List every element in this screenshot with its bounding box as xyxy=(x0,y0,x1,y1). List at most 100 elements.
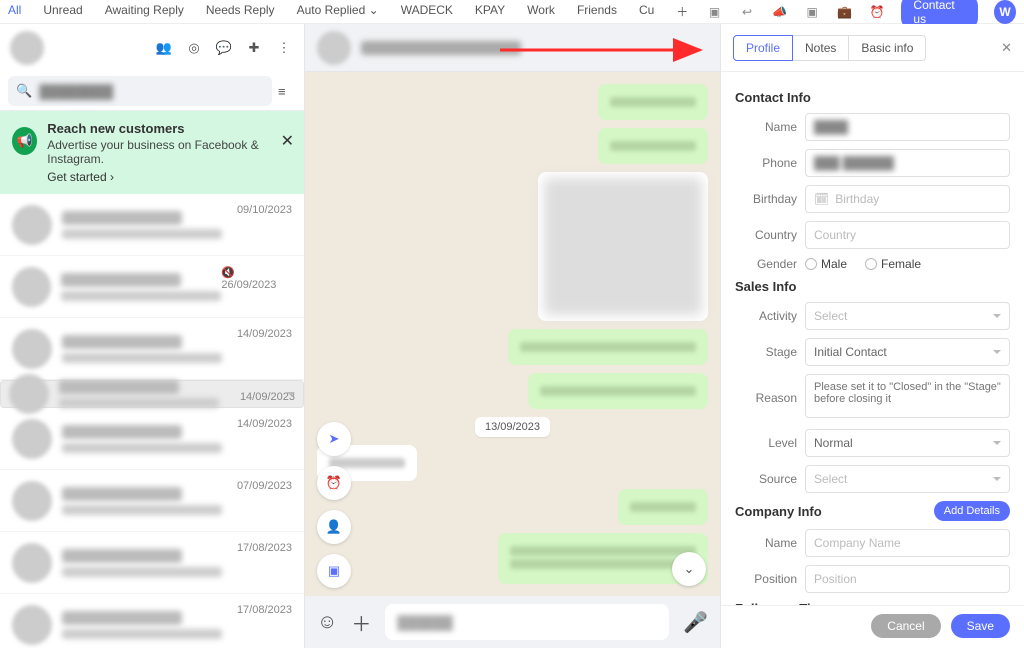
tab-all[interactable]: All xyxy=(8,3,21,20)
inbox-icon[interactable]: ▣ xyxy=(706,3,723,21)
position-input[interactable]: Position xyxy=(805,565,1010,593)
quick-actions: ➤ ⏰ 👤 ▣ xyxy=(317,422,351,588)
chat-list: 09/10/2023 🔇 26/09/2023 14/09/2023 14/09… xyxy=(0,194,304,648)
tab-work[interactable]: Work xyxy=(527,3,555,20)
level-select[interactable]: Normal xyxy=(805,429,1010,457)
message-input[interactable]: ██████ xyxy=(385,604,669,640)
tab-friends[interactable]: Friends xyxy=(577,3,617,20)
tab-notes[interactable]: Notes xyxy=(792,35,849,61)
tab-awaiting[interactable]: Awaiting Reply xyxy=(105,3,184,20)
activity-select[interactable]: Select xyxy=(805,302,1010,330)
promo-banner: 📢 Reach new customers Advertise your bus… xyxy=(0,111,304,194)
label-stage: Stage xyxy=(735,345,797,359)
tab-auto[interactable]: Auto Replied ⌄ xyxy=(297,3,379,20)
chat-row[interactable]: 07/09/2023 xyxy=(0,470,304,532)
cancel-button[interactable]: Cancel xyxy=(871,614,940,638)
chat-row[interactable]: 17/08/2023 xyxy=(0,594,304,648)
tab-kpay[interactable]: KPAY xyxy=(475,3,505,20)
close-panel-icon[interactable]: ✕ xyxy=(1001,40,1012,56)
chat-row[interactable]: 14/09/2023 xyxy=(0,318,304,380)
chat-row[interactable]: 17/08/2023 xyxy=(0,532,304,594)
company-name-input[interactable]: Company Name xyxy=(805,529,1010,557)
message-out[interactable] xyxy=(618,489,708,525)
channel-icon[interactable]: 💬 xyxy=(214,40,234,56)
label-country: Country xyxy=(735,228,797,242)
chat-row[interactable]: 14/09/2023 xyxy=(0,408,304,470)
save-button[interactable]: Save xyxy=(951,614,1010,638)
search-icon: 🔍 xyxy=(16,83,32,99)
broadcast-icon[interactable]: 📣 xyxy=(771,3,788,21)
label-gender: Gender xyxy=(735,257,797,271)
country-input[interactable]: Country xyxy=(805,221,1010,249)
scroll-down-button[interactable]: ⌄ xyxy=(672,552,706,586)
date-separator: 13/09/2023 xyxy=(475,417,550,437)
birthday-input[interactable]: 🗓Birthday xyxy=(805,185,1010,213)
search-input[interactable]: 🔍 ████████ xyxy=(8,76,272,106)
briefcase-icon[interactable]: 💼 xyxy=(836,3,853,21)
app-logo-icon[interactable]: W xyxy=(994,0,1016,24)
emoji-icon[interactable]: ☺ xyxy=(317,611,337,634)
tab-wadeck[interactable]: WADECK xyxy=(401,3,453,20)
promo-close-icon[interactable]: ✕ xyxy=(281,131,294,151)
chat-row[interactable]: 09/10/2023 xyxy=(0,194,304,256)
add-details-button[interactable]: Add Details xyxy=(934,501,1010,521)
gender-female-radio[interactable]: Female xyxy=(865,257,921,271)
section-contact-info: Contact Info xyxy=(735,90,1010,105)
reason-textarea[interactable] xyxy=(805,374,1010,418)
template-icon[interactable]: ▣ xyxy=(317,554,351,588)
top-nav: All Unread Awaiting Reply Needs Reply Au… xyxy=(0,0,1024,24)
add-tab-button[interactable]: ＋ xyxy=(676,3,688,20)
tab-basic-info[interactable]: Basic info xyxy=(848,35,926,61)
contact-avatar[interactable] xyxy=(317,31,351,65)
section-company-info: Company Info xyxy=(735,504,822,519)
message-composer: ☺ ＋ ██████ 🎤 xyxy=(305,596,720,648)
phone-input[interactable]: ███ ██████ xyxy=(805,149,1010,177)
promo-cta[interactable]: Get started › xyxy=(47,170,292,184)
tab-needs[interactable]: Needs Reply xyxy=(206,3,275,20)
label-reason: Reason xyxy=(735,391,797,405)
status-icon[interactable]: ◎ xyxy=(184,40,204,56)
conversation-header xyxy=(305,24,720,72)
tab-profile[interactable]: Profile xyxy=(733,35,793,61)
message-out[interactable] xyxy=(528,373,708,409)
message-out[interactable] xyxy=(598,84,708,120)
panel-tabs: Profile Notes Basic info xyxy=(733,35,926,61)
clock-icon[interactable]: ⏰ xyxy=(869,3,886,21)
pointer-arrow-icon xyxy=(500,38,720,62)
send-location-icon[interactable]: ➤ xyxy=(317,422,351,456)
name-input[interactable]: ████ xyxy=(805,113,1010,141)
megaphone-icon: 📢 xyxy=(12,127,37,155)
my-avatar[interactable] xyxy=(10,31,44,65)
contact-panel: Profile Notes Basic info ✕ Contact Info … xyxy=(720,24,1024,648)
chat-row[interactable]: 🔇 26/09/2023 xyxy=(0,256,304,318)
label-company-name: Name xyxy=(735,536,797,550)
reminder-icon[interactable]: ⏰ xyxy=(317,466,351,500)
contact-name xyxy=(361,41,521,55)
message-out[interactable] xyxy=(598,128,708,164)
label-position: Position xyxy=(735,572,797,586)
chat-sidebar: 👥 ◎ 💬 ✚ ⋮ 🔍 ████████ ≡ 📢 Reach new custo… xyxy=(0,24,305,648)
gender-male-radio[interactable]: Male xyxy=(805,257,847,271)
attach-icon[interactable]: ＋ xyxy=(351,608,371,637)
reply-icon[interactable]: ↩ xyxy=(739,3,756,21)
label-name: Name xyxy=(735,120,797,134)
message-list[interactable]: 13/09/2023 xyxy=(305,72,720,596)
community-icon[interactable]: 👥 xyxy=(154,40,174,56)
assign-icon[interactable]: 👤 xyxy=(317,510,351,544)
chat-row[interactable]: 14/09/2023 xyxy=(0,380,304,408)
label-source: Source xyxy=(735,472,797,486)
calendar-icon: 🗓 xyxy=(814,192,829,206)
tab-cu[interactable]: Cu xyxy=(639,3,654,20)
message-image[interactable] xyxy=(538,172,708,321)
tab-unread[interactable]: Unread xyxy=(43,3,82,20)
filter-icon[interactable]: ≡ xyxy=(278,84,296,99)
stage-select[interactable]: Initial Contact xyxy=(805,338,1010,366)
filter-tabs: All Unread Awaiting Reply Needs Reply Au… xyxy=(8,3,688,20)
menu-icon[interactable]: ⋮ xyxy=(274,40,294,56)
label-level: Level xyxy=(735,436,797,450)
message-out[interactable] xyxy=(508,329,708,365)
mic-icon[interactable]: 🎤 xyxy=(683,610,708,635)
contact-card-icon[interactable]: ▣ xyxy=(804,3,821,21)
new-chat-icon[interactable]: ✚ xyxy=(244,40,264,56)
source-select[interactable]: Select xyxy=(805,465,1010,493)
